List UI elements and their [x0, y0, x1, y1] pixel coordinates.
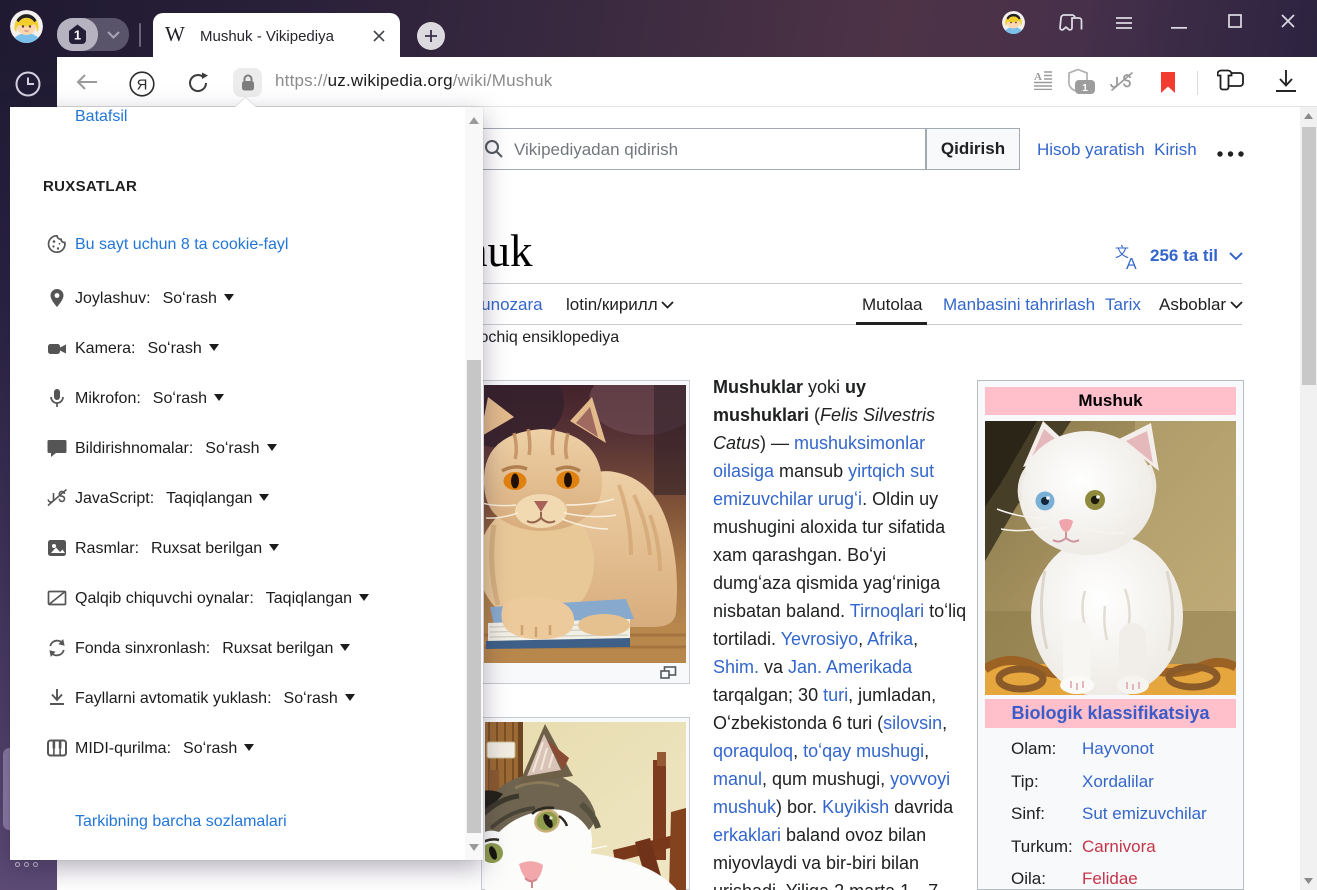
svg-text:1: 1 — [74, 28, 81, 43]
svg-text:A: A — [1034, 71, 1042, 83]
svg-text:1: 1 — [1082, 82, 1088, 94]
svg-text:Я: Я — [137, 77, 148, 94]
svg-text:A: A — [1126, 256, 1137, 270]
